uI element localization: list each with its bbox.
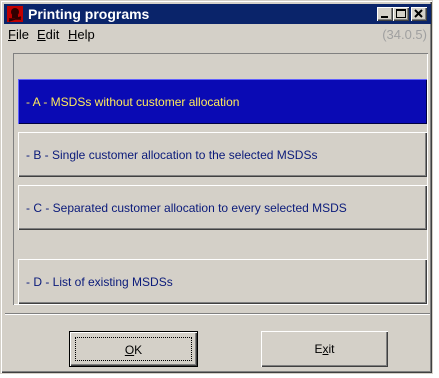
menu-edit[interactable]: Edit — [37, 28, 59, 42]
printing-programs-window: Printing programs File Edit Help (34.0.5… — [0, 0, 433, 374]
option-a-label: - A - MSDSs without customer allocation — [26, 95, 240, 109]
version-label: (34.0.5) — [382, 27, 427, 42]
close-icon — [414, 9, 423, 18]
maximize-icon — [396, 9, 406, 18]
menu-file[interactable]: File — [8, 28, 29, 42]
ok-button[interactable]: OK — [69, 331, 198, 367]
option-d-button[interactable]: - D - List of existing MSDSs — [18, 259, 427, 304]
title-bar[interactable]: Printing programs — [4, 4, 431, 24]
menu-bar: File Edit Help (34.0.5) — [4, 25, 431, 45]
option-c-button[interactable]: - C - Separated customer allocation to e… — [18, 185, 427, 230]
maximize-button[interactable] — [393, 7, 409, 21]
option-a-button[interactable]: - A - MSDSs without customer allocation — [18, 79, 427, 124]
close-button[interactable] — [411, 7, 427, 21]
focus-rectangle — [75, 337, 192, 361]
minimize-button[interactable] — [377, 7, 393, 21]
menu-help[interactable]: Help — [68, 28, 95, 42]
hazard-icon — [7, 6, 23, 22]
option-b-button[interactable]: - B - Single customer allocation to the … — [18, 132, 427, 177]
option-c-label: - C - Separated customer allocation to e… — [26, 201, 347, 215]
option-d-label: - D - List of existing MSDSs — [26, 275, 173, 289]
option-b-label: - B - Single customer allocation to the … — [26, 148, 318, 162]
minimize-icon — [381, 16, 388, 18]
footer-divider — [5, 313, 430, 315]
window-title: Printing programs — [28, 6, 150, 22]
exit-button[interactable]: Exit — [261, 331, 388, 367]
